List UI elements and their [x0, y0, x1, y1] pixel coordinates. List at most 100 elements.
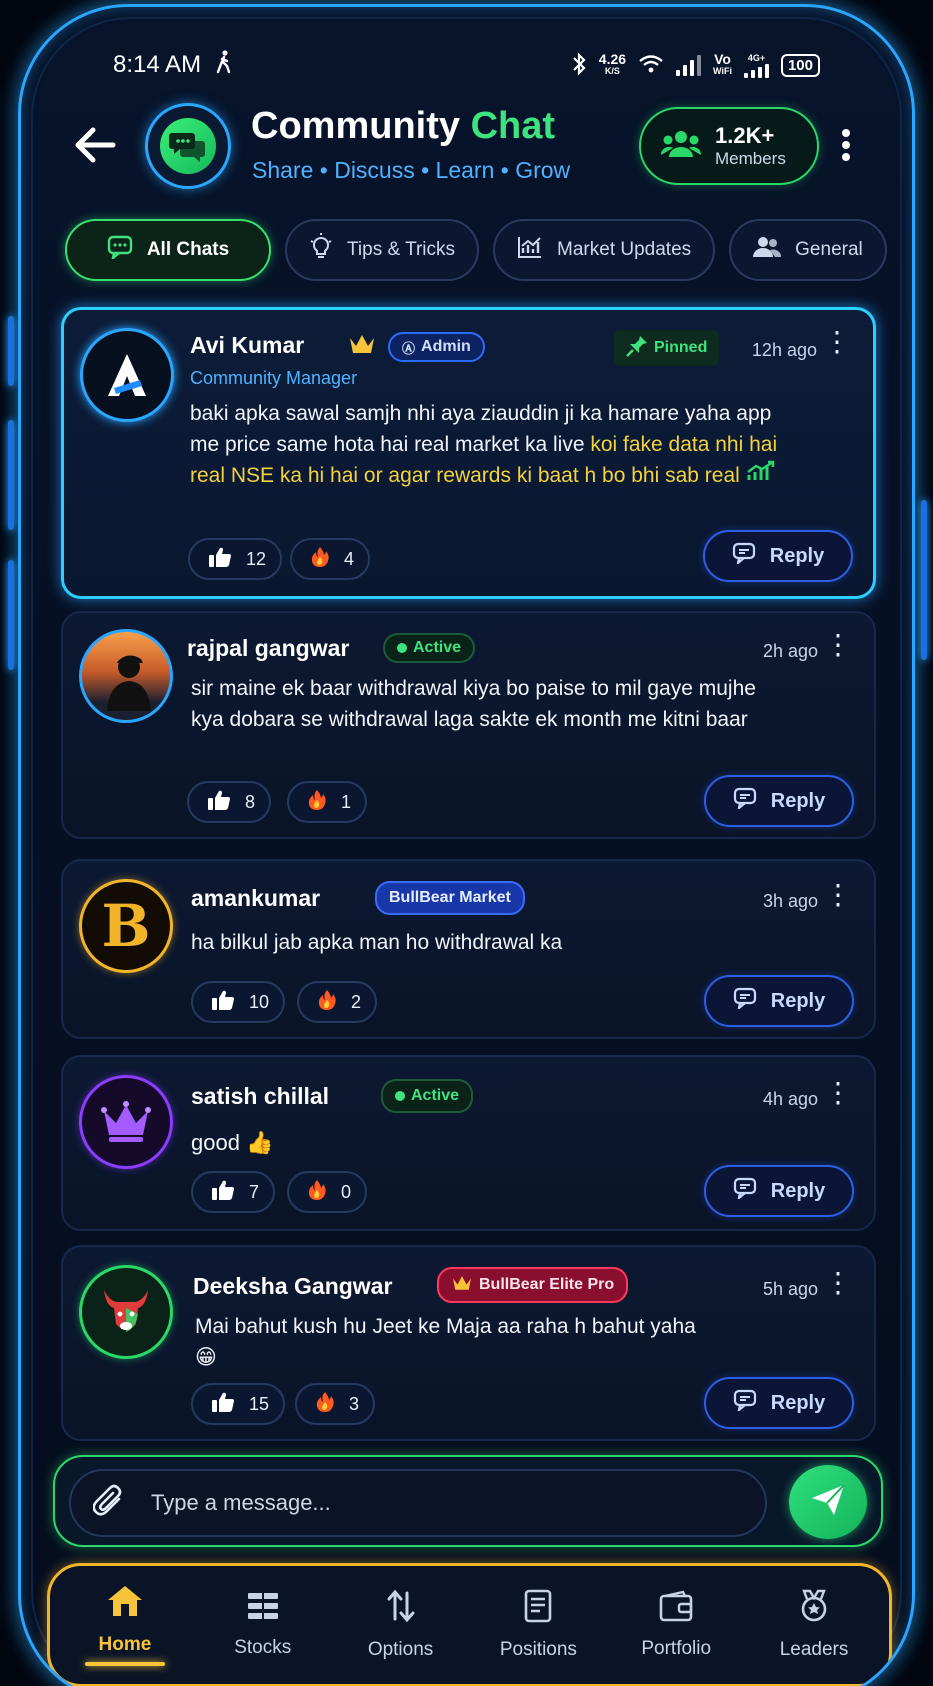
- power-button: [921, 500, 927, 660]
- like-button[interactable]: 15: [191, 1383, 286, 1425]
- attach-icon[interactable]: [92, 1484, 125, 1523]
- reply-bubble-icon: [732, 542, 756, 570]
- reply-button[interactable]: Reply: [704, 775, 854, 827]
- members-label: Members: [715, 149, 786, 168]
- post-card: satish chillal Active 4h ago ⋮ good 👍 7 …: [61, 1055, 876, 1231]
- wifi-icon: [638, 54, 664, 77]
- avatar[interactable]: [80, 328, 174, 422]
- post-menu-icon[interactable]: ⋮: [824, 1269, 852, 1297]
- chart-icon: [517, 235, 543, 265]
- volume-button: [8, 316, 14, 386]
- post-menu-icon[interactable]: ⋮: [823, 328, 851, 356]
- status-badge: Active: [383, 633, 476, 663]
- tier-badge: BullBear Elite Pro: [437, 1267, 629, 1303]
- nav-options[interactable]: Options: [341, 1589, 461, 1661]
- title-main: Community: [251, 105, 460, 147]
- nav-stocks[interactable]: Stocks: [203, 1591, 323, 1659]
- like-button[interactable]: 10: [191, 981, 286, 1023]
- crown-icon: [451, 1274, 473, 1297]
- page-subtitle: Share • Discuss • Learn • Grow: [252, 157, 571, 183]
- username[interactable]: Avi Kumar: [190, 332, 304, 359]
- username[interactable]: satish chillal: [191, 1083, 329, 1110]
- message-input-wrapper: [69, 1469, 767, 1537]
- bottom-navigation: Home Stocks Options Positions Portfolio …: [47, 1563, 892, 1686]
- post-time: 4h ago: [762, 1089, 818, 1109]
- post-time: 5h ago: [762, 1279, 818, 1299]
- message-input[interactable]: [151, 1490, 711, 1516]
- username[interactable]: Deeksha Gangwar: [193, 1273, 392, 1300]
- more-options-icon[interactable]: [840, 127, 852, 169]
- avatar[interactable]: [79, 1075, 173, 1169]
- fire-icon: [307, 789, 327, 816]
- like-button[interactable]: 8: [187, 781, 272, 823]
- active-indicator: [84, 1662, 165, 1666]
- post-menu-icon[interactable]: ⋮: [824, 631, 852, 659]
- nav-home[interactable]: Home: [65, 1584, 185, 1666]
- post-menu-icon[interactable]: ⋮: [824, 1079, 852, 1107]
- vowifi-label: Vo WiFi: [713, 51, 732, 76]
- send-icon: [810, 1483, 846, 1522]
- side-button: [8, 560, 14, 670]
- speed-unit: K/S: [604, 66, 620, 76]
- status-badge: Active: [381, 1079, 474, 1113]
- post-menu-icon[interactable]: ⋮: [824, 881, 852, 909]
- positions-icon: [523, 1589, 553, 1629]
- volume-button: [8, 420, 14, 530]
- thumbs-up-icon: [211, 989, 235, 1016]
- post-message: Mai bahut kush hu Jeet ke Maja aa raha h…: [195, 1315, 696, 1369]
- post-card-pinned: Avi Kumar Ⓐ Admin Community Manager Pinn…: [61, 307, 876, 599]
- post-message: baki apka sawal samjh nhi aya ziauddin j…: [190, 402, 778, 487]
- like-button[interactable]: 7: [191, 1171, 276, 1213]
- post-time: 3h ago: [762, 891, 818, 911]
- tab-market-updates[interactable]: Market Updates: [493, 219, 716, 281]
- reply-button[interactable]: Reply: [703, 530, 853, 582]
- community-logo: [145, 103, 231, 189]
- reply-button[interactable]: Reply: [704, 975, 854, 1027]
- reply-bubble-icon: [733, 987, 757, 1015]
- thumbs-up-icon: [211, 1391, 235, 1418]
- tab-label: Market Updates: [557, 239, 692, 260]
- fire-reaction-button[interactable]: 4: [290, 538, 371, 580]
- pin-icon: [626, 335, 648, 362]
- nav-leaders[interactable]: Leaders: [754, 1589, 874, 1661]
- tier-badge: BullBear Market: [375, 881, 525, 915]
- reply-button[interactable]: Reply: [704, 1377, 854, 1429]
- thumbs-up-icon: [211, 1179, 235, 1206]
- post-card: Deeksha Gangwar BullBear Elite Pro 5h ag…: [61, 1245, 876, 1441]
- avatar[interactable]: B: [79, 879, 173, 973]
- category-tabs: All Chats Tips & Tricks Market Updates G…: [65, 219, 887, 281]
- reply-button[interactable]: Reply: [704, 1165, 854, 1217]
- tab-all-chats[interactable]: All Chats: [65, 219, 271, 281]
- tab-tips-tricks[interactable]: Tips & Tricks: [285, 219, 480, 281]
- back-arrow-icon[interactable]: [73, 125, 117, 173]
- fire-reaction-button[interactable]: 2: [297, 981, 378, 1023]
- fire-reaction-button[interactable]: 3: [295, 1383, 376, 1425]
- avatar[interactable]: [79, 1265, 173, 1359]
- username[interactable]: rajpal gangwar: [187, 635, 349, 662]
- nav-positions[interactable]: Positions: [478, 1589, 598, 1661]
- nav-portfolio[interactable]: Portfolio: [616, 1590, 736, 1660]
- reply-bubble-icon: [733, 1177, 757, 1205]
- send-button[interactable]: [789, 1465, 867, 1539]
- tab-label: General: [795, 239, 863, 260]
- online-dot-icon: [395, 1091, 405, 1101]
- fire-reaction-button[interactable]: 1: [287, 781, 368, 823]
- fire-icon: [317, 989, 337, 1016]
- clock: 8:14 AM: [113, 51, 202, 78]
- post-time: 12h ago: [751, 340, 817, 360]
- chat-header: Community Chat Share • Discuss • Learn •…: [21, 103, 912, 193]
- crown-icon: [348, 332, 376, 361]
- users-icon: [753, 235, 782, 265]
- avatar[interactable]: [79, 629, 173, 723]
- fire-reaction-button[interactable]: 0: [287, 1171, 368, 1213]
- like-button[interactable]: 12: [188, 538, 283, 580]
- post-message: ha bilkul jab apka man ho withdrawal ka: [191, 931, 563, 954]
- options-icon: [386, 1589, 416, 1629]
- username[interactable]: amankumar: [191, 885, 320, 912]
- tab-general[interactable]: General: [729, 219, 887, 281]
- crown-avatar-icon: [101, 1101, 151, 1142]
- members-button[interactable]: 1.2K+ Members: [639, 107, 819, 185]
- chat-icon: [107, 235, 133, 265]
- growth-chart-icon: [746, 460, 776, 487]
- message-composer: [53, 1455, 883, 1547]
